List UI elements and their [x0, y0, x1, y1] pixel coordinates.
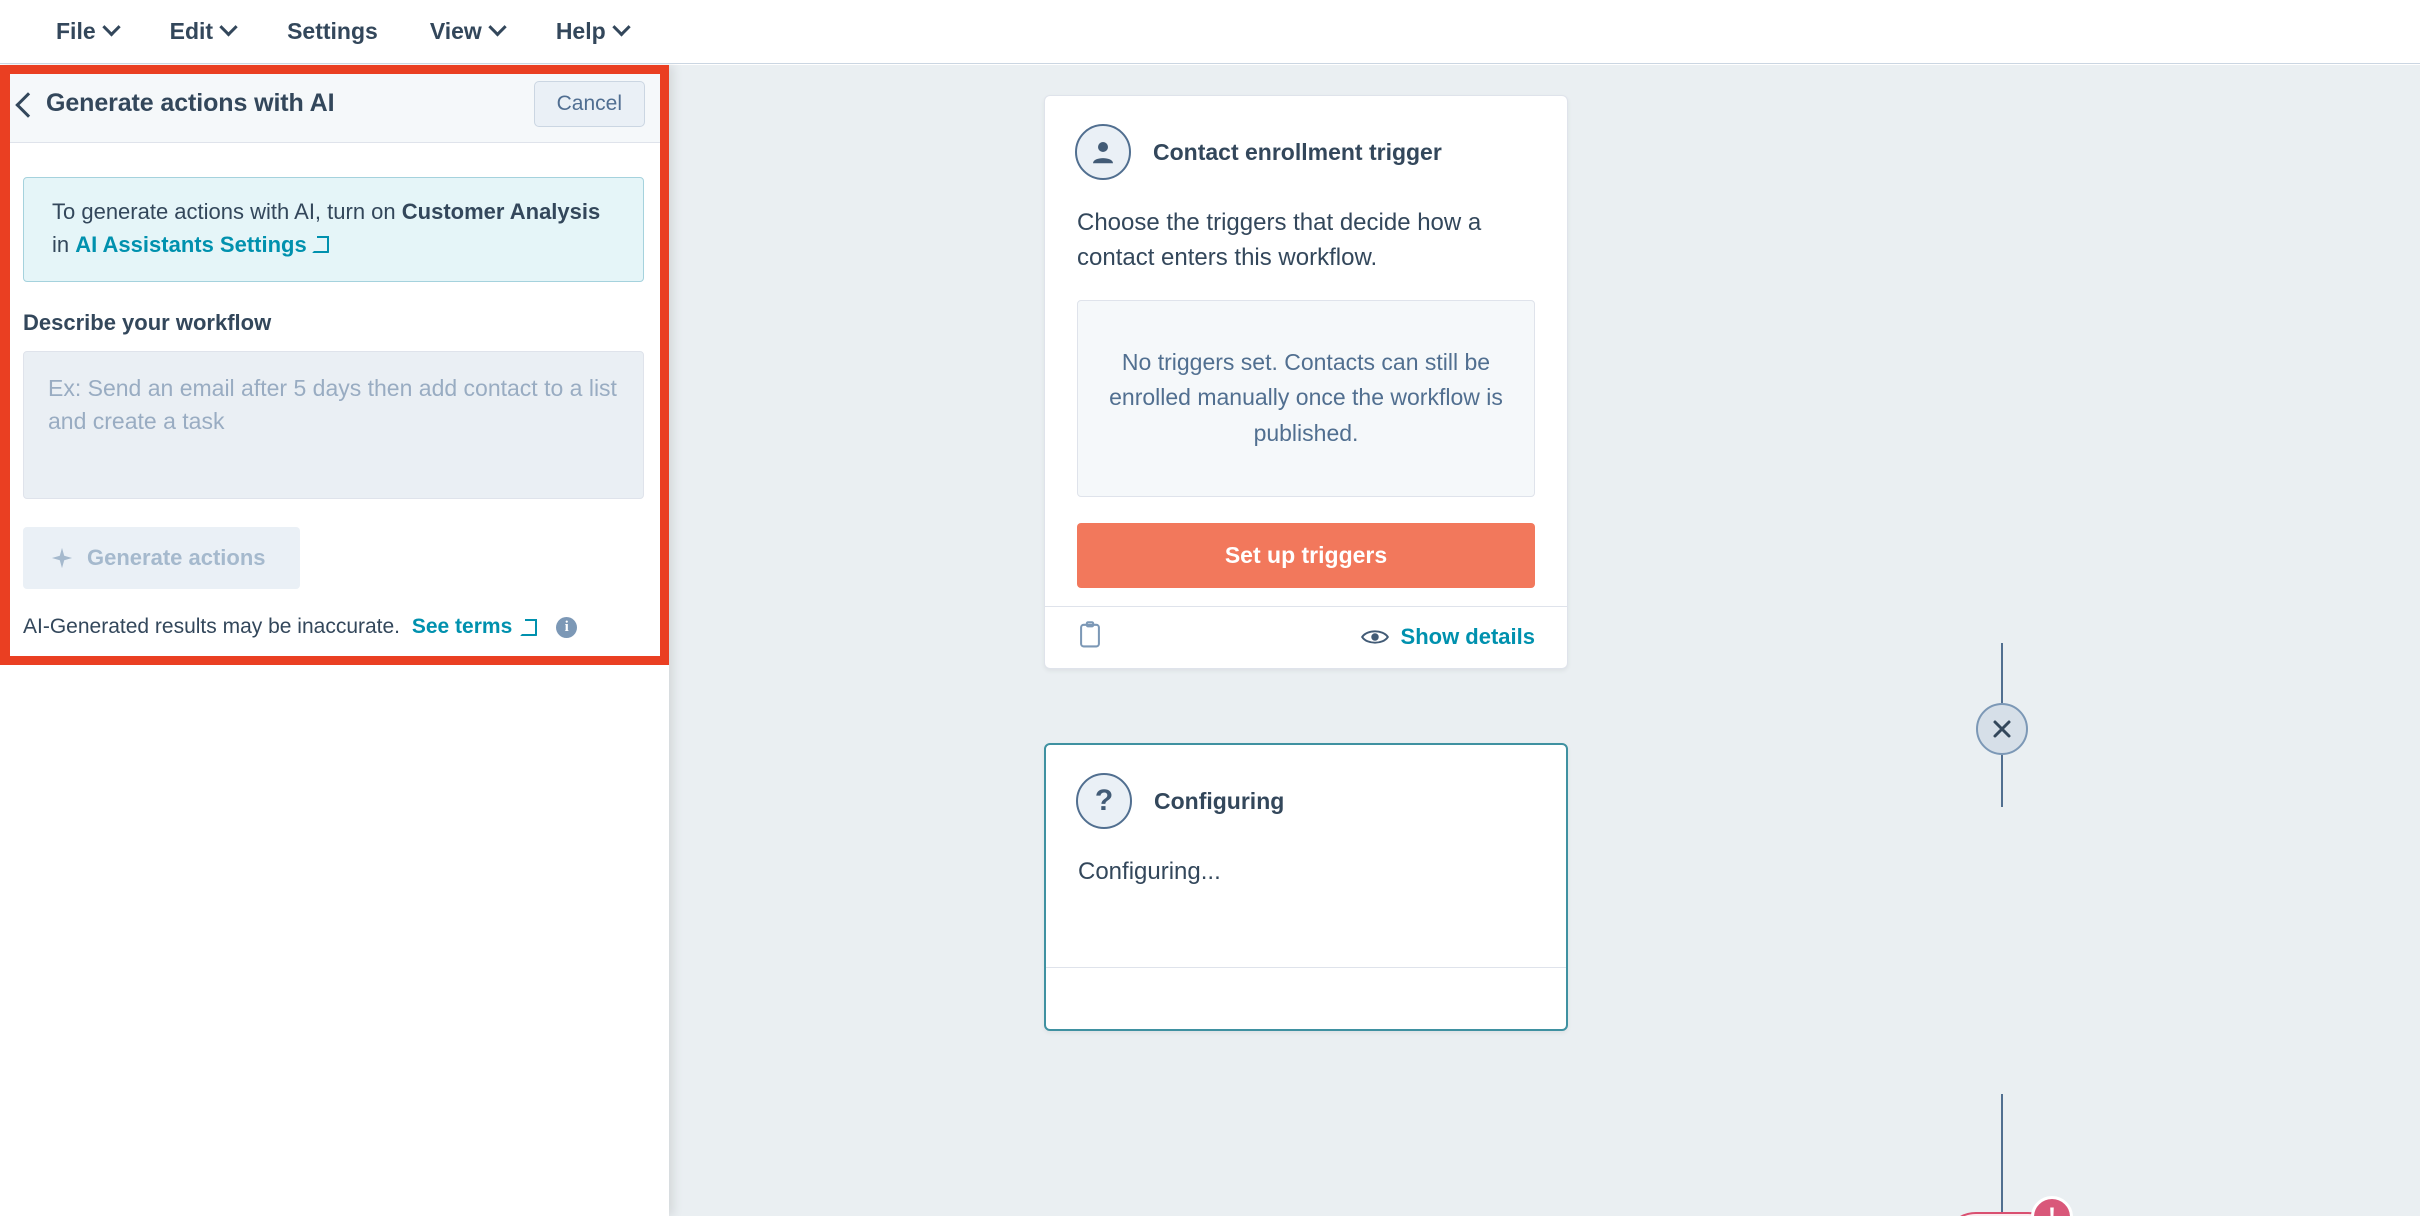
info-circle-icon[interactable]: i — [556, 616, 578, 638]
see-terms-link[interactable]: See terms — [412, 615, 512, 639]
panel-body: To generate actions with AI, turn on Cus… — [0, 143, 669, 639]
configuring-card[interactable]: ? Configuring Configuring... — [1044, 743, 1568, 1031]
question-mark-icon: ? — [1076, 773, 1132, 829]
set-up-triggers-button[interactable]: Set up triggers — [1077, 522, 1535, 588]
end-badge-glyph: ! — [2048, 1203, 2056, 1216]
page-title: Generate actions with AI — [46, 89, 335, 117]
close-x-icon — [1993, 720, 2011, 738]
banner-text-middle: in — [52, 231, 76, 257]
contact-person-icon — [1075, 124, 1131, 180]
contact-enrollment-trigger-card[interactable]: Contact enrollment trigger Choose the tr… — [1044, 95, 1568, 669]
connector-trigger-to-add — [2001, 643, 2003, 703]
external-link-icon[interactable] — [311, 235, 329, 253]
ai-assistants-settings-link[interactable]: AI Assistants Settings — [75, 232, 306, 257]
banner-text-before: To generate actions with AI, turn on — [52, 199, 402, 224]
menu-item-label: Edit — [169, 18, 214, 44]
chevron-down-icon — [488, 18, 507, 37]
menu-item-label: File — [56, 18, 96, 44]
panel-header: Generate actions with AI Cancel — [0, 65, 669, 143]
trigger-card-footer: Show details — [1045, 605, 1567, 668]
chevron-down-icon — [611, 18, 631, 37]
configuring-card-footer — [1046, 967, 1566, 1029]
trigger-card-header: Contact enrollment trigger — [1045, 96, 1567, 180]
chevron-down-icon — [219, 18, 238, 37]
configuring-card-title: Configuring — [1154, 787, 1285, 814]
menu-item-label: Help — [555, 18, 606, 44]
trigger-card-title: Contact enrollment trigger — [1153, 138, 1442, 165]
ai-settings-banner: To generate actions with AI, turn on Cus… — [23, 177, 644, 283]
show-details-label: Show details — [1400, 624, 1535, 650]
eye-icon — [1360, 630, 1389, 644]
generate-actions-button[interactable]: Generate actions — [23, 527, 300, 590]
describe-workflow-label: Describe your workflow — [23, 310, 272, 336]
no-triggers-empty-state: No triggers set. Contacts can still be e… — [1077, 299, 1535, 497]
menu-item-settings[interactable]: Settings — [261, 0, 404, 64]
disclaimer-text: AI-Generated results may be inaccurate. — [23, 615, 401, 639]
add-action-node[interactable] — [1976, 703, 2028, 755]
menu-item-edit[interactable]: Edit — [144, 0, 261, 64]
describe-workflow-input[interactable] — [23, 351, 644, 500]
menu-item-file[interactable]: File — [30, 0, 144, 64]
ai-disclaimer: AI-Generated results may be inaccurate. … — [23, 615, 644, 639]
workflow-canvas[interactable]: Contact enrollment trigger Choose the tr… — [669, 65, 2420, 1216]
connector-add-to-configuring — [2001, 755, 2003, 807]
menu-item-label: View — [429, 18, 482, 44]
clipboard-icon[interactable] — [1077, 620, 1103, 654]
connector-configuring-to-end — [2001, 1094, 2003, 1214]
top-menu-bar: File Edit Settings View Help — [0, 0, 2420, 64]
menu-item-help[interactable]: Help — [530, 0, 654, 64]
configuring-card-header: ? Configuring — [1046, 745, 1566, 829]
sparkle-icon — [51, 548, 73, 569]
banner-feature-name: Customer Analysis — [401, 199, 601, 224]
trigger-card-description: Choose the triggers that decide how a co… — [1077, 209, 1482, 271]
configuring-card-body: Configuring... — [1078, 858, 1221, 885]
show-details-button[interactable]: Show details — [1360, 624, 1535, 650]
ai-generate-panel: Generate actions with AI Cancel To gener… — [0, 65, 669, 1216]
generate-actions-label: Generate actions — [87, 545, 266, 571]
external-link-icon[interactable] — [520, 618, 538, 636]
chevron-down-icon — [101, 18, 121, 37]
alert-exclamation-icon[interactable]: ! — [2031, 1196, 2073, 1216]
cancel-button[interactable]: Cancel — [533, 80, 645, 127]
chevron-left-icon[interactable] — [10, 91, 36, 117]
menu-item-view[interactable]: View — [404, 0, 530, 64]
menu-item-label: Settings — [287, 18, 378, 44]
